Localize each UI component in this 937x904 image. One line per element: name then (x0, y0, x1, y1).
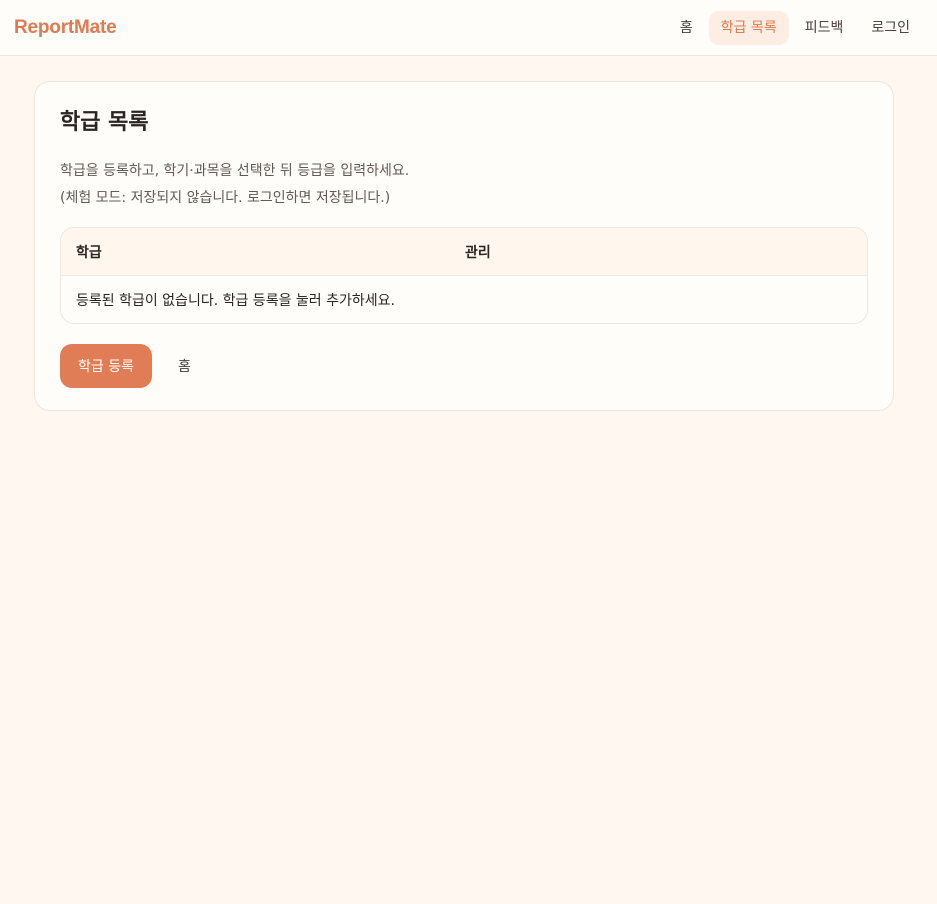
nav-item-class-list[interactable]: 학급 목록 (708, 10, 789, 45)
page-title: 학급 목록 (60, 110, 149, 135)
class-table: 학급 관리 등록된 학급이 없습니다. 학급 등록을 눌러 추가하세요. (60, 227, 868, 324)
table-header-row: 학급 관리 (61, 228, 867, 276)
register-class-button[interactable]: 학급 등록 (60, 344, 152, 388)
nav-item-login[interactable]: 로그인 (859, 11, 922, 45)
table-empty-row: 등록된 학급이 없습니다. 학급 등록을 눌러 추가하세요. (76, 292, 395, 309)
trial-mode-note: (체험 모드: 저장되지 않습니다. 로그인하면 저장됩니다.) (60, 190, 391, 206)
main-nav: 홈 학급 목록 피드백 로그인 (668, 10, 922, 45)
column-header-class: 학급 (76, 244, 102, 261)
column-header-manage: 관리 (465, 244, 491, 261)
nav-item-feedback[interactable]: 피드백 (793, 11, 856, 45)
home-button[interactable]: 홈 (158, 344, 211, 388)
brand-logo[interactable]: ReportMate (14, 17, 117, 39)
class-list-card: 학급 목록 학급을 등록하고, 학기·과목을 선택한 뒤 등급을 입력하세요. … (34, 81, 894, 411)
top-navbar: ReportMate 홈 학급 목록 피드백 로그인 (0, 0, 937, 56)
nav-item-home[interactable]: 홈 (668, 11, 705, 45)
page-description: 학급을 등록하고, 학기·과목을 선택한 뒤 등급을 입력하세요. (60, 163, 410, 179)
card-actions: 학급 등록 홈 (60, 344, 868, 388)
